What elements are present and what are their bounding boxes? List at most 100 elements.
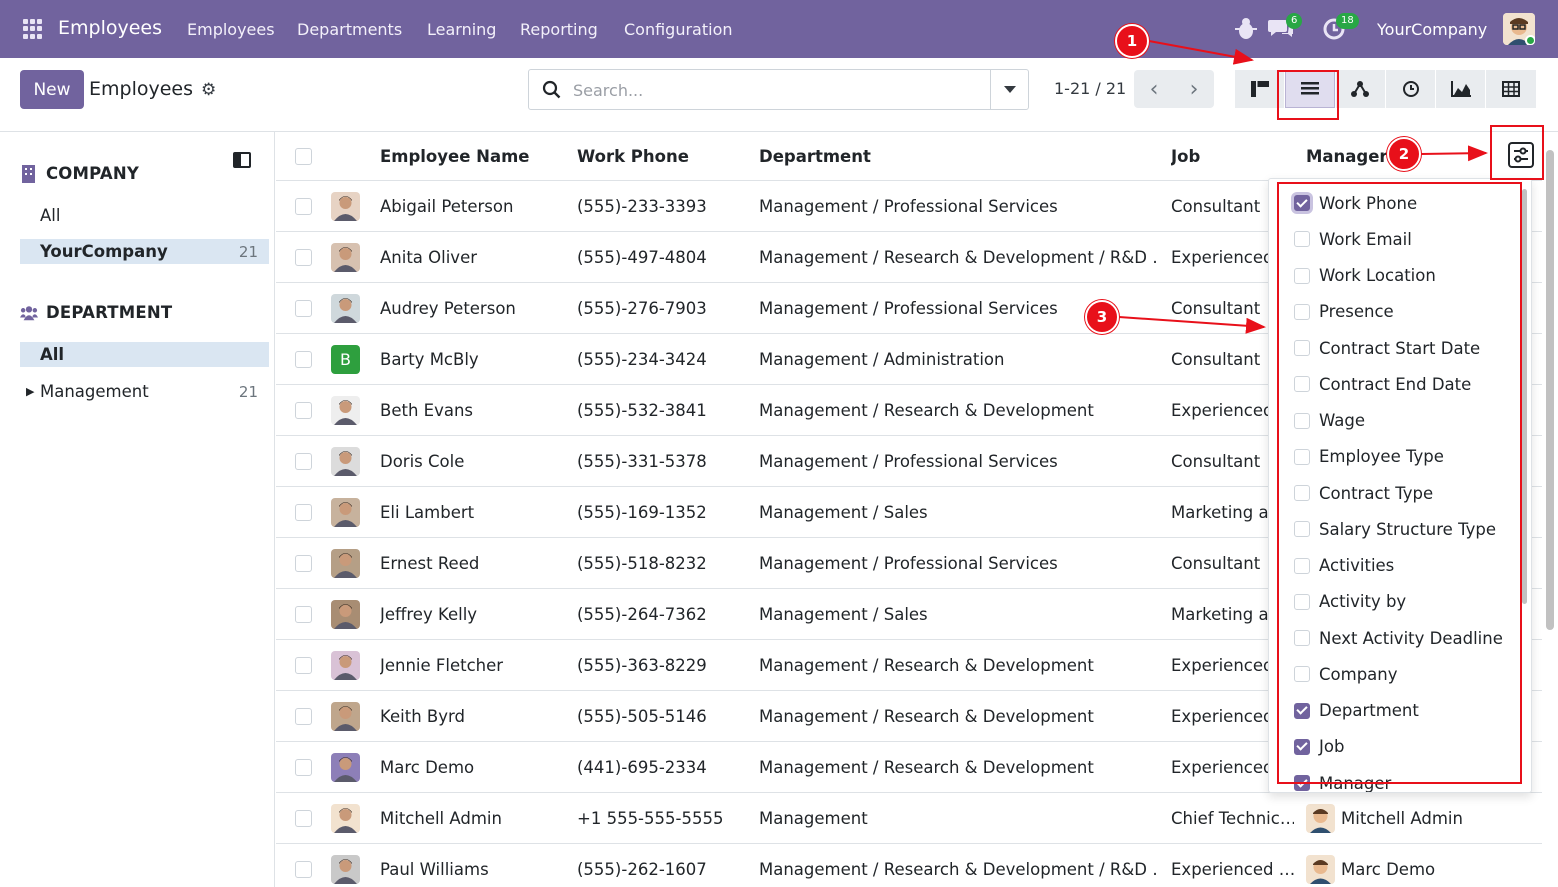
row-checkbox[interactable] [295,758,312,776]
header-department[interactable]: Department [759,132,871,180]
annotation-box-settings [1490,125,1544,180]
employee-name: Anita Oliver [380,247,478,267]
row-checkbox[interactable] [295,860,312,878]
sidebar-item-label: All [40,206,61,225]
filter-sidebar: COMPANY All YourCompany 21 DEPARTMENT Al… [0,132,275,887]
header-work-phone[interactable]: Work Phone [577,132,689,180]
row-checkbox[interactable] [295,605,312,623]
job-cell: Consultant [1171,349,1261,369]
select-all-checkbox[interactable] [295,147,312,165]
header-job[interactable]: Job [1171,132,1200,180]
company-section-header: COMPANY [20,164,139,183]
row-checkbox[interactable] [295,401,312,419]
row-checkbox[interactable] [295,350,312,368]
row-checkbox[interactable] [295,707,312,725]
department-cell: Management / Research & Development [759,655,1094,675]
pager-previous-button[interactable]: ‹ [1134,70,1174,108]
caret-down-icon [1003,85,1016,93]
dropdown-scrollbar[interactable] [1522,189,1527,604]
annotation-marker-3: 3 [1085,300,1119,334]
row-checkbox[interactable] [295,299,312,317]
user-avatar[interactable] [1503,13,1535,45]
menu-departments[interactable]: Departments [297,20,402,39]
sidebar-item-management[interactable]: ▶ Management 21 [20,379,269,404]
pager-next-button[interactable]: › [1174,70,1214,108]
new-button[interactable]: New [20,70,84,109]
work-phone: (555)-233-3393 [577,196,707,216]
department-header-label: DEPARTMENT [46,303,173,322]
row-checkbox[interactable] [295,452,312,470]
header-manager[interactable]: Manager [1306,132,1388,180]
employee-avatar [331,242,360,272]
menu-learning[interactable]: Learning [427,20,496,39]
table-row[interactable]: Mitchell Admin +1 555-555-5555 Management C… [276,793,1542,844]
department-cell: Management / Research & Development / R&… [759,247,1159,267]
menu-configuration[interactable]: Configuration [624,20,733,39]
gear-icon[interactable]: ⚙ [201,80,216,100]
job-cell: Experienced [1171,706,1268,726]
debug-bug-icon[interactable] [1235,17,1257,45]
sidebar-item-yourcompany[interactable]: YourCompany 21 [20,239,269,264]
app-brand[interactable]: Employees [58,17,162,39]
work-phone: (555)-518-8232 [577,553,707,573]
employee-name: Barty McBly [380,349,479,369]
employee-name: Ernest Reed [380,553,480,573]
row-checkbox[interactable] [295,809,312,827]
table-row[interactable]: Paul Williams (555)-262-1607 Management / … [276,844,1542,887]
menu-reporting[interactable]: Reporting [520,20,598,39]
sidebar-item-department-all[interactable]: All [20,342,269,367]
work-phone: (555)-276-7903 [577,298,707,318]
apps-grid-icon[interactable] [23,19,43,39]
department-cell: Management / Sales [759,604,928,624]
job-cell: Experienced [1171,757,1268,777]
job-cell: Marketing ar [1171,502,1268,522]
sidebar-collapse-icon[interactable] [233,152,251,168]
employee-name: Keith Byrd [380,706,465,726]
job-cell: Consultant [1171,451,1261,471]
work-phone: (555)-363-8229 [577,655,707,675]
search-input[interactable] [573,78,973,102]
annotation-box-columns [1277,182,1522,784]
employee-name: Mitchell Admin [380,808,502,828]
row-checkbox[interactable] [295,248,312,266]
menu-employees[interactable]: Employees [187,20,275,39]
table-header: Employee Name Work Phone Department Job … [276,132,1542,181]
work-phone: (555)-497-4804 [577,247,707,267]
manager-cell[interactable]: Mitchell Admin [1306,793,1463,843]
caret-right-icon[interactable]: ▶ [26,385,34,398]
work-phone: (555)-532-3841 [577,400,707,420]
pivot-table-icon [1502,81,1521,97]
department-cell: Management / Research & Development / R&… [759,859,1159,879]
employee-name: Audrey Peterson [380,298,516,318]
employee-name: Paul Williams [380,859,489,879]
employee-avatar [331,650,360,680]
company-switcher[interactable]: YourCompany [1377,20,1487,39]
search-options-toggle[interactable] [990,70,1028,109]
row-checkbox[interactable] [295,197,312,215]
pager-buttons: ‹ › [1134,70,1214,108]
pager-value[interactable]: 1-21 / 21 [1054,79,1126,98]
search-icon [542,80,562,100]
list-scrollbar[interactable] [1546,150,1554,630]
hierarchy-view-button[interactable] [1335,70,1386,108]
activity-view-button[interactable] [1385,70,1437,108]
header-employee-name[interactable]: Employee Name [380,132,529,180]
sidebar-item-company-all[interactable]: All [20,203,269,228]
department-cell: Management / Research & Development [759,706,1094,726]
job-cell: Experienced … [1171,859,1294,879]
area-chart-icon [1450,81,1471,97]
row-checkbox[interactable] [295,656,312,674]
employee-avatar [331,446,360,476]
online-status-dot [1525,35,1535,45]
pivot-view-button[interactable] [1486,70,1537,108]
graph-view-button[interactable] [1436,70,1487,108]
annotation-marker-1: 1 [1115,24,1149,58]
manager-cell[interactable]: Marc Demo [1306,844,1435,887]
employee-name: Eli Lambert [380,502,475,522]
row-checkbox[interactable] [295,554,312,572]
manager-avatar [1306,803,1335,833]
row-checkbox[interactable] [295,503,312,521]
kanban-icon [1250,81,1269,97]
employee-name: Abigail Peterson [380,196,514,216]
department-cell: Management [759,808,868,828]
